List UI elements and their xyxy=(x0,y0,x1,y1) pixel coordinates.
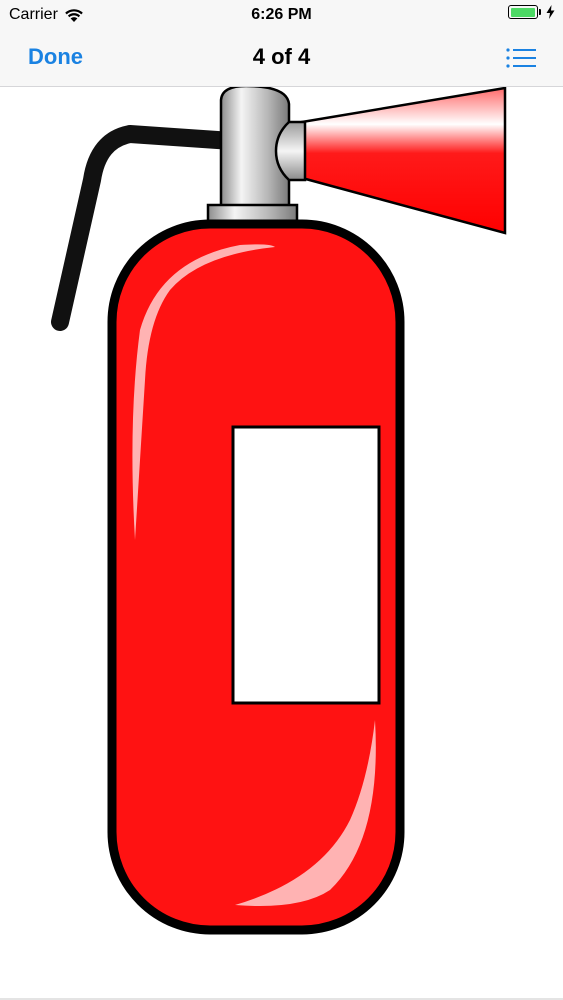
status-bar: Carrier 6:26 PM xyxy=(0,0,563,30)
status-right xyxy=(508,5,555,19)
charging-bolt-icon xyxy=(546,5,555,19)
fire-extinguisher-image xyxy=(51,87,507,935)
screen: Carrier 6:26 PM Done 4 of 4 xyxy=(0,0,563,1000)
content-area xyxy=(0,87,563,1000)
nozzle-horn xyxy=(300,87,507,235)
nav-bar: Done 4 of 4 xyxy=(0,30,563,87)
nozzle-connector xyxy=(274,120,307,182)
page-indicator-title: 4 of 4 xyxy=(252,44,311,69)
battery-icon xyxy=(508,5,538,19)
extinguisher-label xyxy=(231,425,381,705)
list-icon xyxy=(506,48,536,68)
status-time: 6:26 PM xyxy=(251,6,312,23)
battery-fill xyxy=(510,7,535,17)
battery-cap xyxy=(539,9,541,15)
list-button[interactable] xyxy=(505,46,537,70)
